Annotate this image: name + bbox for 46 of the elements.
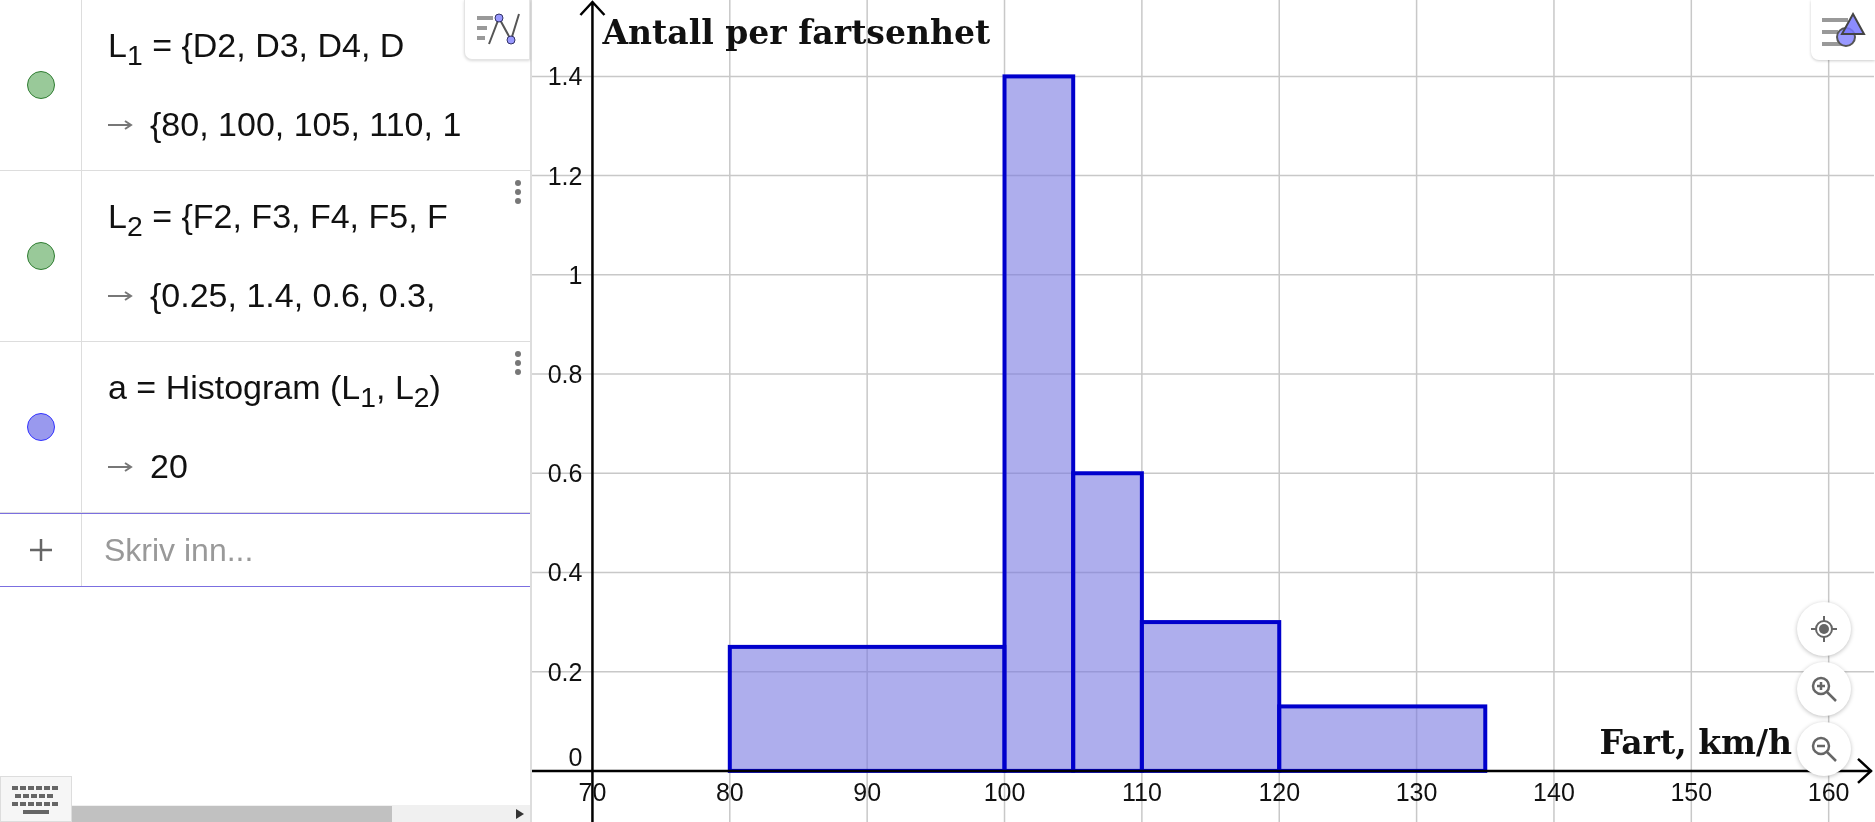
axis-tick-label: 150 xyxy=(1670,777,1713,806)
shapes-icon xyxy=(1820,10,1866,50)
arrow-icon xyxy=(108,290,134,301)
arrow-icon xyxy=(108,461,134,472)
formula-text: L$_{1}$ = {D2, D3, D4, D xyxy=(108,25,405,72)
zoom-in-icon xyxy=(1810,675,1838,703)
axis-tick-label: 0.2 xyxy=(547,657,583,686)
more-menu-icon[interactable] xyxy=(514,179,522,205)
axis-tick-label: 0.8 xyxy=(547,360,583,389)
result-value: {80, 100, 105, 110, 1 xyxy=(150,105,462,145)
visibility-dot[interactable] xyxy=(26,413,55,441)
zoom-out-icon xyxy=(1810,735,1838,763)
plus-icon[interactable] xyxy=(27,537,54,563)
axis-tick-label: 0.6 xyxy=(547,459,583,488)
zoom-in-button[interactable] xyxy=(1797,662,1851,716)
visibility-dot[interactable] xyxy=(26,71,55,99)
axis-tick-label: 120 xyxy=(1258,777,1301,806)
scroll-right-icon xyxy=(516,809,524,819)
target-icon xyxy=(1810,615,1838,643)
axis-tick-label: 0.4 xyxy=(547,558,583,587)
axis-tick-label: 110 xyxy=(1121,777,1162,806)
formula-text: a = Histogram (L$_{1}$, L$_{2}$) xyxy=(108,367,441,414)
style-bar-button[interactable] xyxy=(464,0,530,60)
visibility-dot[interactable] xyxy=(26,242,55,270)
arrow-icon xyxy=(108,119,134,130)
axis-tick-label: 1.2 xyxy=(547,161,583,190)
axis-title: Fart, km/h xyxy=(1599,722,1792,762)
axis-tick-label: 80 xyxy=(715,777,744,806)
axis-tick-label: 160 xyxy=(1807,777,1850,806)
axis-tick-label: 100 xyxy=(983,777,1026,806)
style-bar-button[interactable] xyxy=(1811,0,1875,60)
axis-tick-label: 130 xyxy=(1395,777,1438,806)
result-value: 20 xyxy=(150,447,188,487)
keyboard-button[interactable] xyxy=(0,776,72,822)
axis-tick-label: 140 xyxy=(1533,777,1575,806)
more-menu-icon[interactable] xyxy=(514,350,522,376)
formula-text: L$_{2}$ = {F2, F3, F4, F5, F xyxy=(108,196,448,243)
axis-tick-label: 90 xyxy=(853,777,882,806)
axis-tick-label: 0 xyxy=(568,742,583,771)
zoom-out-button[interactable] xyxy=(1797,722,1851,776)
keyboard-icon xyxy=(11,784,61,814)
home-button[interactable] xyxy=(1797,602,1851,656)
axis-title: Antall per fartsenhet xyxy=(602,13,991,52)
axis-tick-label: 1 xyxy=(568,260,583,289)
axis-tick-label: 1.4 xyxy=(547,62,583,91)
result-value: {0.25, 1.4, 0.6, 0.3, xyxy=(150,276,436,316)
